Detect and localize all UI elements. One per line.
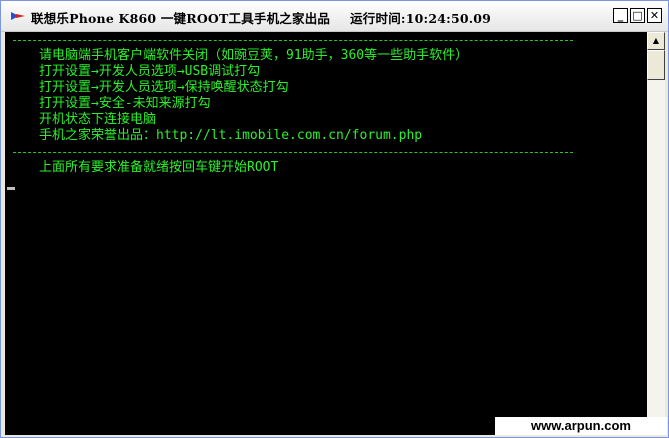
scroll-up-button[interactable]: ▲: [647, 32, 665, 50]
console-output[interactable]: 请电脑端手机客户端软件关闭（如豌豆荚，91助手，360等一些助手软件） 打开设置…: [5, 32, 647, 435]
minimize-icon: _: [617, 9, 624, 22]
console-prompt-line: 上面所有要求准备就绪按回车键开始ROOT: [39, 160, 279, 175]
watermark: www.arpun.com: [495, 417, 667, 435]
console-line-2: 打开设置→开发人员选项→USB调试打勾: [39, 64, 261, 79]
text-cursor: [7, 187, 15, 190]
scroll-thumb[interactable]: [647, 50, 665, 80]
console-line-4: 打开设置→安全-未知来源打勾: [39, 96, 211, 111]
console-line-1: 请电脑端手机客户端软件关闭（如豌豆荚，91助手，360等一些助手软件）: [39, 48, 469, 63]
console-app-icon: [11, 12, 25, 20]
close-icon: ✕: [649, 9, 660, 22]
title-bar[interactable]: 联想乐Phone K860 一键ROOT工具手机之家出品 运行时间:10:24:5…: [1, 1, 668, 32]
console-line-3: 打开设置→开发人员选项→保持唤醒状态打勾: [39, 80, 289, 95]
console-window: 联想乐Phone K860 一键ROOT工具手机之家出品 运行时间:10:24:5…: [0, 0, 669, 438]
minimize-button[interactable]: _: [613, 8, 628, 23]
run-time-clock: 运行时间:10:24:50.09: [350, 11, 492, 26]
scroll-up-icon: ▲: [652, 36, 660, 45]
divider-top: [13, 40, 573, 41]
console-line-6: 手机之家荣誉出品：http://lt.imobile.com.cn/forum.…: [39, 128, 423, 143]
console-line-5: 开机状态下连接电脑: [39, 112, 157, 127]
window-title-text: 联想乐Phone K860 一键ROOT工具手机之家出品: [31, 11, 331, 26]
close-button[interactable]: ✕: [647, 8, 662, 23]
vertical-scrollbar[interactable]: ▲ ▼: [647, 32, 665, 435]
maximize-button[interactable]: □: [630, 8, 645, 23]
divider-bottom: [13, 152, 573, 153]
maximize-icon: □: [632, 9, 643, 22]
window-title: 联想乐Phone K860 一键ROOT工具手机之家出品 运行时间:10:24:5…: [31, 8, 491, 27]
